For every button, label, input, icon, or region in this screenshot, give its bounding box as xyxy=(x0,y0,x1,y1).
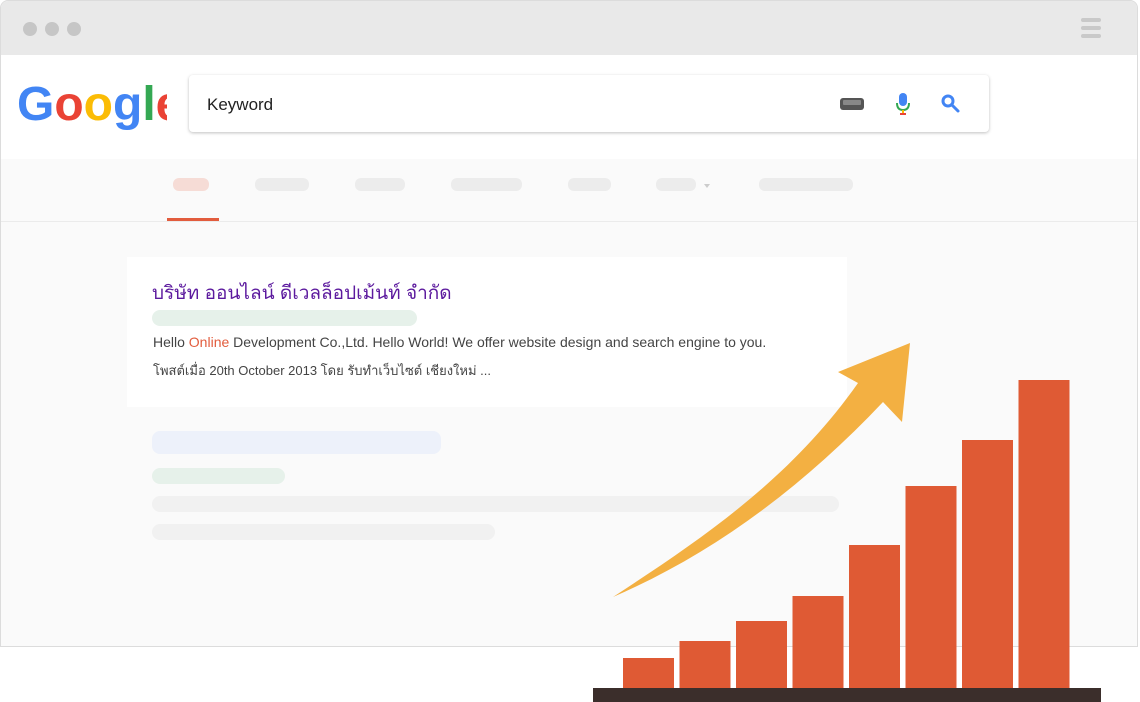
menu-icon[interactable] xyxy=(1081,18,1101,38)
result-meta: โพสต์เมื่อ 20th October 2013 โดย รับทำเว… xyxy=(153,363,491,378)
active-tab-indicator xyxy=(167,218,219,221)
search-query: Keyword xyxy=(207,95,274,114)
browser-window: Google Keyword xyxy=(0,0,1138,647)
placeholder-url xyxy=(152,468,285,484)
tab-5[interactable] xyxy=(568,178,611,191)
search-header: Google Keyword xyxy=(1,55,1137,159)
microphone-icon[interactable] xyxy=(895,92,911,116)
tab-4[interactable] xyxy=(451,178,522,191)
google-logo: Google xyxy=(17,78,167,131)
keyboard-icon[interactable] xyxy=(839,96,865,112)
snippet-start: Hello xyxy=(153,334,189,350)
tab-more[interactable] xyxy=(656,178,696,191)
snippet-highlight: Online xyxy=(188,334,230,350)
chart-bar xyxy=(679,641,731,688)
window-dot-minimize[interactable] xyxy=(45,22,59,36)
window-dot-close[interactable] xyxy=(23,22,37,36)
window-dot-maximize[interactable] xyxy=(67,22,81,36)
search-icon[interactable] xyxy=(939,92,961,114)
tab-all[interactable] xyxy=(173,178,209,191)
placeholder-line xyxy=(152,496,839,512)
chart-bar xyxy=(623,658,674,688)
placeholder-title xyxy=(152,431,441,454)
placeholder-line xyxy=(152,524,495,540)
svg-text:Google: Google xyxy=(17,78,167,131)
search-tabs xyxy=(1,159,1137,222)
tab-3[interactable] xyxy=(355,178,405,191)
chevron-down-icon xyxy=(704,184,710,188)
chart-baseline xyxy=(593,688,1101,702)
search-result: บริษัท ออนไลน์ ดีเวลล็อปเม้นท์ จำกัด Hel… xyxy=(127,257,847,407)
search-input[interactable]: Keyword xyxy=(189,75,989,132)
tab-2[interactable] xyxy=(255,178,309,191)
browser-titlebar xyxy=(1,1,1137,55)
result-title-link[interactable]: บริษัท ออนไลน์ ดีเวลล็อปเม้นท์ จำกัด xyxy=(152,278,452,308)
snippet-end: Development Co.,Ltd. Hello World! We off… xyxy=(229,334,767,350)
tab-tools[interactable] xyxy=(759,178,853,191)
result-url-placeholder xyxy=(152,310,417,326)
result-snippet: Hello Online Development Co.,Ltd. Hello … xyxy=(153,334,766,350)
